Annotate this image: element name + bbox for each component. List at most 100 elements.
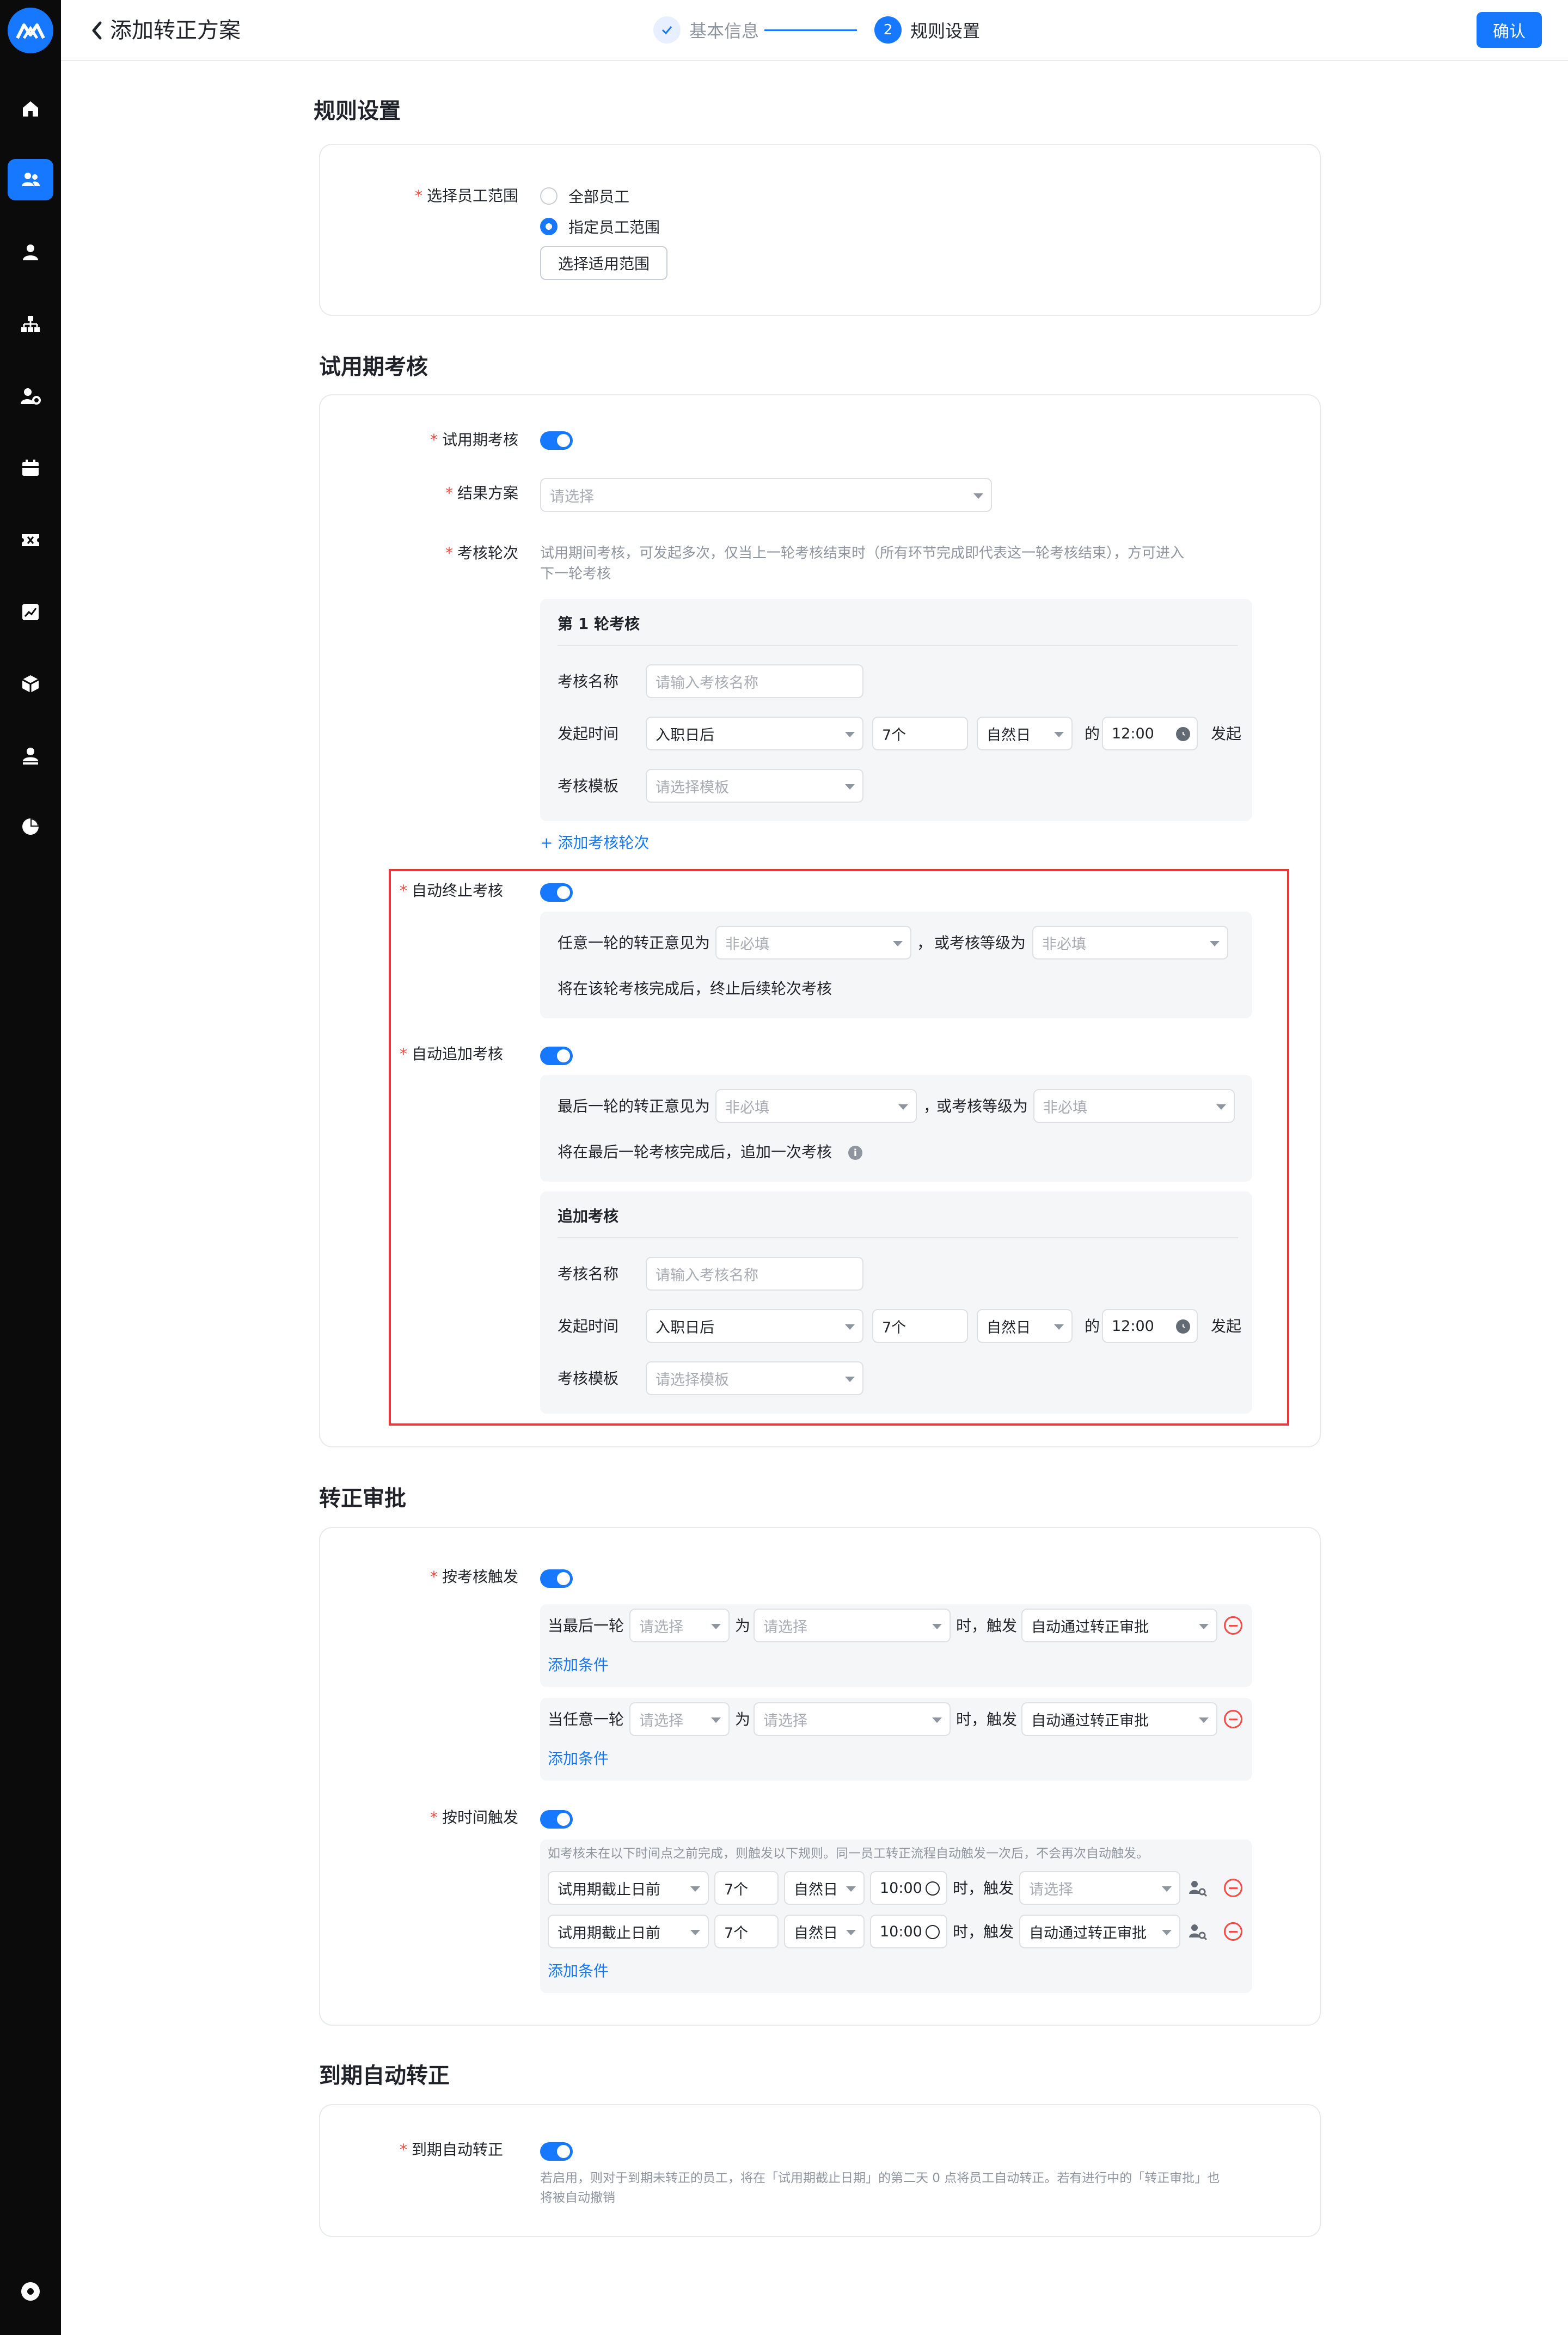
- page-title: 添加转正方案: [110, 18, 241, 43]
- round-1-name-label: 考核名称: [558, 673, 619, 690]
- step-basic-info[interactable]: 基本信息: [653, 16, 759, 44]
- cond2-prefix: 当任意一轮: [548, 1710, 624, 1728]
- radio-specified-employees[interactable]: 指定员工范围: [540, 216, 660, 237]
- section-title-rules: 规则设置: [314, 99, 401, 124]
- divider: [558, 645, 1238, 646]
- result-label: * 结果方案: [445, 484, 518, 502]
- trow1-action-select[interactable]: 请选择: [1019, 1871, 1180, 1905]
- trow2-action-select[interactable]: 自动通过转正审批: [1019, 1915, 1180, 1948]
- ticket-icon[interactable]: [8, 519, 53, 561]
- trow1-base-select[interactable]: 试用期截止日前: [548, 1871, 709, 1905]
- section-title-probation: 试用期考核: [319, 354, 428, 380]
- round-1-panel: 第 1 轮考核 考核名称 请输入考核名称 发起时间 入职日后 7个 自然日 的 …: [540, 599, 1252, 821]
- probation-review-toggle[interactable]: [540, 431, 573, 450]
- trow1-count-input[interactable]: 7个: [714, 1871, 779, 1905]
- required-mark: *: [414, 187, 422, 205]
- remove-condition-icon[interactable]: [1224, 1710, 1242, 1728]
- chevron-down-icon: [711, 1717, 721, 1723]
- cond1-round-select[interactable]: 请选择: [629, 1609, 730, 1642]
- by-review-label: * 按考核触发: [430, 1568, 518, 1586]
- select-scope-button[interactable]: 选择适用范围: [540, 246, 667, 280]
- person-settings-icon[interactable]: [8, 376, 53, 417]
- then-text: 时，触发: [953, 1879, 1014, 1897]
- chevron-down-icon: [1199, 1717, 1209, 1723]
- person-search-icon[interactable]: [1188, 1879, 1208, 1900]
- step-connector: [764, 29, 857, 31]
- radio-label: 全部员工: [568, 188, 630, 206]
- round-1-time-base-select[interactable]: 入职日后: [646, 717, 863, 750]
- cond1-action-select[interactable]: 自动通过转正审批: [1021, 1609, 1217, 1642]
- chevron-down-icon: [845, 784, 855, 790]
- remove-condition-icon[interactable]: [1224, 1879, 1242, 1897]
- person-icon[interactable]: [8, 232, 53, 273]
- org-chart-icon[interactable]: [8, 304, 53, 345]
- approval-card: * 按考核触发 当最后一轮 请选择 为 请选择 时，触发 自动通过转正审批 添加条…: [319, 1527, 1321, 2026]
- chevron-down-icon: [1162, 1886, 1172, 1892]
- radio-all-employees[interactable]: 全部员工: [540, 185, 629, 207]
- section-title-auto: 到期自动转正: [319, 2063, 450, 2088]
- chevron-down-icon: [1054, 732, 1064, 737]
- trow2-unit-select[interactable]: 自然日: [784, 1915, 865, 1948]
- cond1-prefix: 当最后一轮: [548, 1617, 624, 1635]
- pie-chart-icon[interactable]: [8, 806, 53, 847]
- chevron-down-icon: [1162, 1930, 1172, 1935]
- trow1-clock-picker[interactable]: 10:00: [870, 1871, 947, 1905]
- auto-desc-2: 将被自动撤销: [540, 2191, 615, 2205]
- trow2-clock-picker[interactable]: 10:00: [870, 1915, 947, 1948]
- radio-circle[interactable]: [540, 187, 558, 205]
- round-1-time-clock-picker[interactable]: 12:00: [1102, 717, 1198, 750]
- person-search-icon[interactable]: [1188, 1922, 1208, 1944]
- clock-icon: [1176, 727, 1190, 741]
- trow2-base-select[interactable]: 试用期截止日前: [548, 1915, 709, 1948]
- confirm-button[interactable]: 确认: [1477, 12, 1542, 48]
- check-icon: [653, 16, 681, 44]
- add-condition-link[interactable]: 添加条件: [548, 1654, 609, 1676]
- person-badge-icon[interactable]: [8, 735, 53, 777]
- add-condition-link[interactable]: 添加条件: [548, 1960, 609, 1982]
- rounds-label: * 考核轮次: [445, 544, 518, 562]
- result-select[interactable]: 请选择: [540, 478, 992, 512]
- chevron-down-icon: [1199, 1624, 1209, 1629]
- round-1-name-input[interactable]: 请输入考核名称: [646, 664, 863, 698]
- add-round-link[interactable]: + 添加考核轮次: [540, 832, 649, 854]
- round-1-time-count-input[interactable]: 7个: [872, 717, 968, 750]
- back-chevron-icon[interactable]: [83, 16, 111, 45]
- by-time-toggle[interactable]: [540, 1810, 573, 1829]
- cond2-round-select[interactable]: 请选择: [629, 1702, 730, 1736]
- probation-review-label: * 试用期考核: [430, 431, 518, 449]
- chevron-down-icon: [711, 1624, 721, 1629]
- calendar-icon[interactable]: [8, 448, 53, 489]
- remove-condition-icon[interactable]: [1224, 1616, 1242, 1635]
- sidebar: [0, 0, 61, 2335]
- launch-text: 发起: [1211, 725, 1242, 743]
- top-bar: 添加转正方案 基本信息 2 规则设置 确认: [61, 0, 1568, 61]
- trow2-count-input[interactable]: 7个: [714, 1915, 779, 1948]
- cond2-action-select[interactable]: 自动通过转正审批: [1021, 1702, 1217, 1736]
- time-trigger-panel: 如考核未在以下时间点之前完成，则触发以下规则。同一员工转正流程自动触发一次后，不…: [540, 1839, 1252, 1993]
- round-1-template-label: 考核模板: [558, 777, 619, 795]
- radio-circle-selected[interactable]: [540, 218, 558, 235]
- settings-icon[interactable]: [8, 2271, 53, 2312]
- highlight-box: [389, 869, 1289, 1426]
- step-rule-settings[interactable]: 2 规则设置: [874, 16, 980, 44]
- round-1-time-label: 发起时间: [558, 725, 619, 743]
- cond1-value-select[interactable]: 请选择: [754, 1609, 951, 1642]
- auto-toggle[interactable]: [540, 2142, 573, 2161]
- is-text: 为: [735, 1617, 751, 1635]
- chart-icon[interactable]: [8, 591, 53, 633]
- by-time-label: * 按时间触发: [430, 1808, 518, 1826]
- round-1-time-unit-select[interactable]: 自然日: [977, 717, 1073, 750]
- by-review-toggle[interactable]: [540, 1569, 573, 1588]
- home-icon[interactable]: [8, 88, 53, 130]
- then-text: 时，触发: [956, 1710, 1018, 1728]
- logo-icon[interactable]: [8, 8, 53, 53]
- step-basic-info-label: 基本信息: [689, 21, 759, 41]
- round-1-template-select[interactable]: 请选择模板: [646, 769, 863, 803]
- cond2-value-select[interactable]: 请选择: [754, 1702, 951, 1736]
- add-condition-link[interactable]: 添加条件: [548, 1748, 609, 1770]
- trow1-unit-select[interactable]: 自然日: [784, 1871, 865, 1905]
- app-root: 添加转正方案 基本信息 2 规则设置 确认 规则设置 * 选择员工范围 全部员工 …: [0, 0, 1568, 2335]
- box-icon[interactable]: [8, 663, 53, 705]
- people-icon[interactable]: [8, 159, 53, 200]
- remove-condition-icon[interactable]: [1224, 1922, 1242, 1941]
